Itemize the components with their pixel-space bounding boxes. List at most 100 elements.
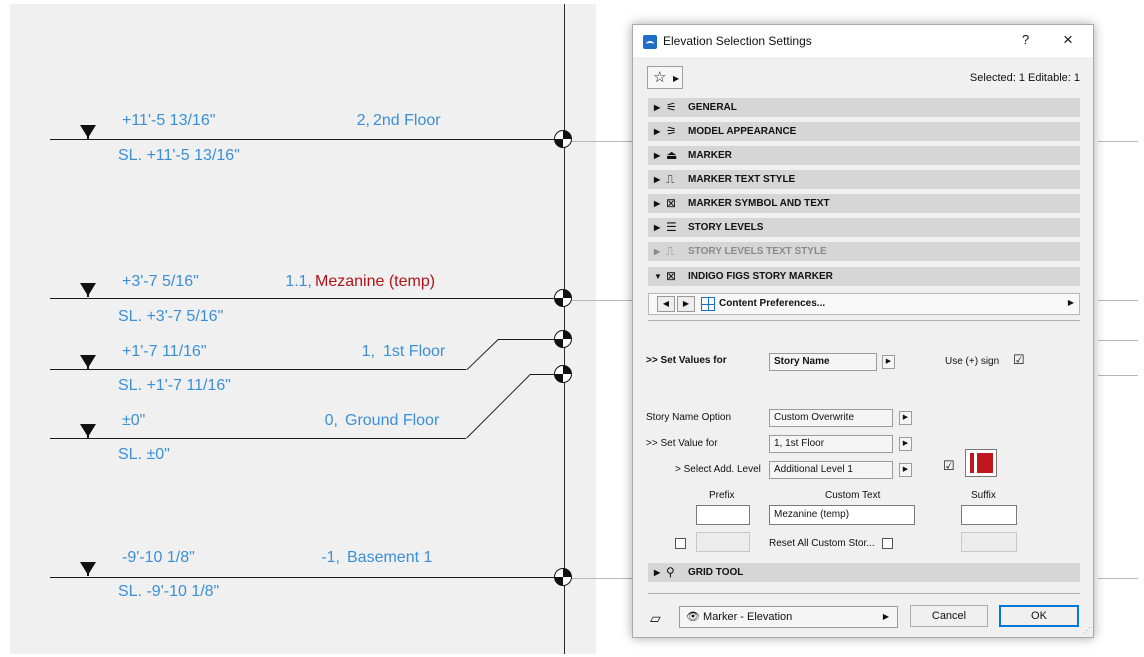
select-add-level-arrow[interactable]: ▶: [899, 463, 912, 477]
grid-line-vertical: [564, 4, 565, 654]
level-story-name: Basement 1: [347, 549, 433, 566]
app-icon: [643, 35, 657, 49]
marker-color-swatch[interactable]: [965, 449, 997, 477]
grid-extension-line: [572, 300, 632, 301]
panel-marker-text-style[interactable]: ▶ ⎍ MARKER TEXT STYLE: [648, 170, 1080, 189]
dialog-title-bar[interactable]: Elevation Selection Settings ? ×: [633, 25, 1093, 57]
story-name-option-arrow[interactable]: ▶: [899, 411, 912, 425]
level-story-number: -1,: [321, 549, 340, 566]
set-values-for-dropdown[interactable]: Story Name: [769, 353, 877, 371]
level-line[interactable]: [50, 369, 466, 370]
level-story-name: 1st Floor: [383, 343, 446, 360]
next-page-button[interactable]: ▶: [677, 296, 695, 312]
elevation-marker-icon[interactable]: [554, 289, 572, 307]
level-elevation: -9'-10 1/8": [122, 549, 195, 566]
panel-story-levels-text-style: ▶ ⎍ STORY LEVELS TEXT STYLE: [648, 242, 1080, 261]
level-line[interactable]: [50, 577, 565, 578]
suffix-label: Suffix: [971, 490, 996, 501]
elevation-marker-icon[interactable]: [554, 365, 572, 383]
expand-arrow-icon: ▶: [654, 103, 661, 112]
content-preferences-bar: ◀ ▶ Content Preferences... ▶: [648, 293, 1080, 315]
settings-dialog: Elevation Selection Settings ? × ☆ ▶ Sele…: [632, 24, 1094, 638]
grid-tool-icon: ⚲: [666, 565, 675, 579]
custom-text-input[interactable]: Mezanine (temp): [769, 505, 915, 525]
panel-general[interactable]: ▶ ⚟ GENERAL: [648, 98, 1080, 117]
story-name-option-dropdown[interactable]: Custom Overwrite: [769, 409, 893, 427]
panel-marker-symbol-and-text[interactable]: ▶ ⊠ MARKER SYMBOL AND TEXT: [648, 194, 1080, 213]
panel-label: MARKER SYMBOL AND TEXT: [688, 198, 830, 209]
caret-right-icon[interactable]: ▶: [1068, 298, 1074, 307]
set-value-for-arrow[interactable]: ▶: [899, 437, 912, 451]
help-button[interactable]: ?: [1022, 32, 1029, 47]
panel-story-levels[interactable]: ▶ ☰ STORY LEVELS: [648, 218, 1080, 237]
level-story-number: 1,: [361, 343, 375, 360]
use-sign-label: Use (+) sign: [945, 356, 1000, 367]
reset-right-field: [961, 532, 1017, 552]
expand-arrow-icon: ▶: [654, 223, 661, 232]
suffix-input[interactable]: [961, 505, 1017, 525]
elevation-marker-icon[interactable]: [554, 568, 572, 586]
set-value-for-label: >> Set Value for: [646, 438, 718, 449]
level-story-number: 0,: [324, 412, 338, 429]
cancel-button[interactable]: Cancel: [910, 605, 988, 627]
panel-label: MARKER TEXT STYLE: [688, 174, 796, 185]
text-style-icon: ⎍: [666, 172, 675, 186]
collapse-arrow-icon: ▼: [654, 272, 662, 281]
panel-label: MARKER: [688, 150, 732, 161]
level-line[interactable]: [50, 139, 565, 140]
story-levels-icon: ☰: [666, 220, 677, 234]
reset-all-custom-label: Reset All Custom Stor...: [769, 538, 875, 549]
reset-all-custom-checkbox[interactable]: [882, 538, 893, 549]
close-button[interactable]: ×: [1063, 30, 1073, 50]
level-marker-icon: [80, 424, 96, 438]
text-style-icon: ⎍: [666, 244, 675, 258]
set-values-for-arrow[interactable]: ▶: [882, 355, 895, 369]
prefix-input[interactable]: [696, 505, 750, 525]
level-elevation: +1'-7 11/16": [122, 343, 207, 360]
view-dropdown[interactable]: 👁 Marker - Elevation ▶: [679, 606, 898, 628]
grid-extension-line: [572, 578, 632, 579]
reset-left-checkbox[interactable]: [675, 538, 686, 549]
level-marker-icon: [80, 562, 96, 576]
level-story-name: 2nd Floor: [373, 112, 441, 129]
level-line[interactable]: [50, 438, 466, 439]
panel-label: MODEL APPEARANCE: [688, 126, 797, 137]
level-story-number: 2,: [356, 112, 370, 129]
resize-grip-icon[interactable]: ⋰: [1083, 626, 1091, 635]
panel-label: INDIGO FIGS STORY MARKER: [688, 271, 833, 282]
panel-marker[interactable]: ▶ ⏏ MARKER: [648, 146, 1080, 165]
add-level-checkbox[interactable]: ☑: [943, 459, 955, 473]
grid-extension-line: [1098, 141, 1138, 142]
set-value-for-dropdown[interactable]: 1, 1st Floor: [769, 435, 893, 453]
level-story-name: Ground Floor: [345, 412, 440, 429]
use-sign-checkbox[interactable]: ☑: [1013, 353, 1025, 367]
panel-indigo-figs-story-marker[interactable]: ▼ ⊠ INDIGO FIGS STORY MARKER: [648, 267, 1080, 286]
story-name-option-label: Story Name Option: [646, 412, 732, 423]
elevation-marker-icon[interactable]: [554, 130, 572, 148]
level-story-name: Mezanine (temp): [315, 273, 436, 290]
star-icon: ☆: [653, 69, 667, 86]
grid-icon: [701, 297, 715, 311]
expand-arrow-icon: ▶: [654, 151, 661, 160]
level-line[interactable]: [50, 298, 565, 299]
panel-grid-tool[interactable]: ▶ ⚲ GRID TOOL: [648, 563, 1080, 582]
content-preferences-dropdown[interactable]: Content Preferences...: [719, 298, 825, 309]
select-add-level-dropdown[interactable]: Additional Level 1: [769, 461, 893, 479]
expand-arrow-icon: ▶: [654, 175, 661, 184]
ok-button[interactable]: OK: [999, 605, 1079, 627]
elevation-marker-icon[interactable]: [554, 330, 572, 348]
swatch-bar: [970, 453, 974, 473]
view-label: Marker - Elevation: [703, 611, 793, 623]
level-sl-label: SL. ±0": [118, 446, 170, 463]
prev-page-button[interactable]: ◀: [657, 296, 675, 312]
favorites-button[interactable]: ☆ ▶: [647, 66, 683, 89]
model-appearance-icon: ⚞: [666, 124, 677, 138]
caret-right-icon: ▶: [882, 612, 889, 621]
grid-extension-line: [1098, 300, 1138, 301]
grid-extension-line: [1098, 375, 1138, 376]
panel-model-appearance[interactable]: ▶ ⚞ MODEL APPEARANCE: [648, 122, 1080, 141]
select-add-level-label: > Select Add. Level: [675, 464, 761, 475]
dialog-title: Elevation Selection Settings: [663, 34, 812, 48]
panel-label: STORY LEVELS: [688, 222, 764, 233]
divider: [648, 593, 1080, 594]
